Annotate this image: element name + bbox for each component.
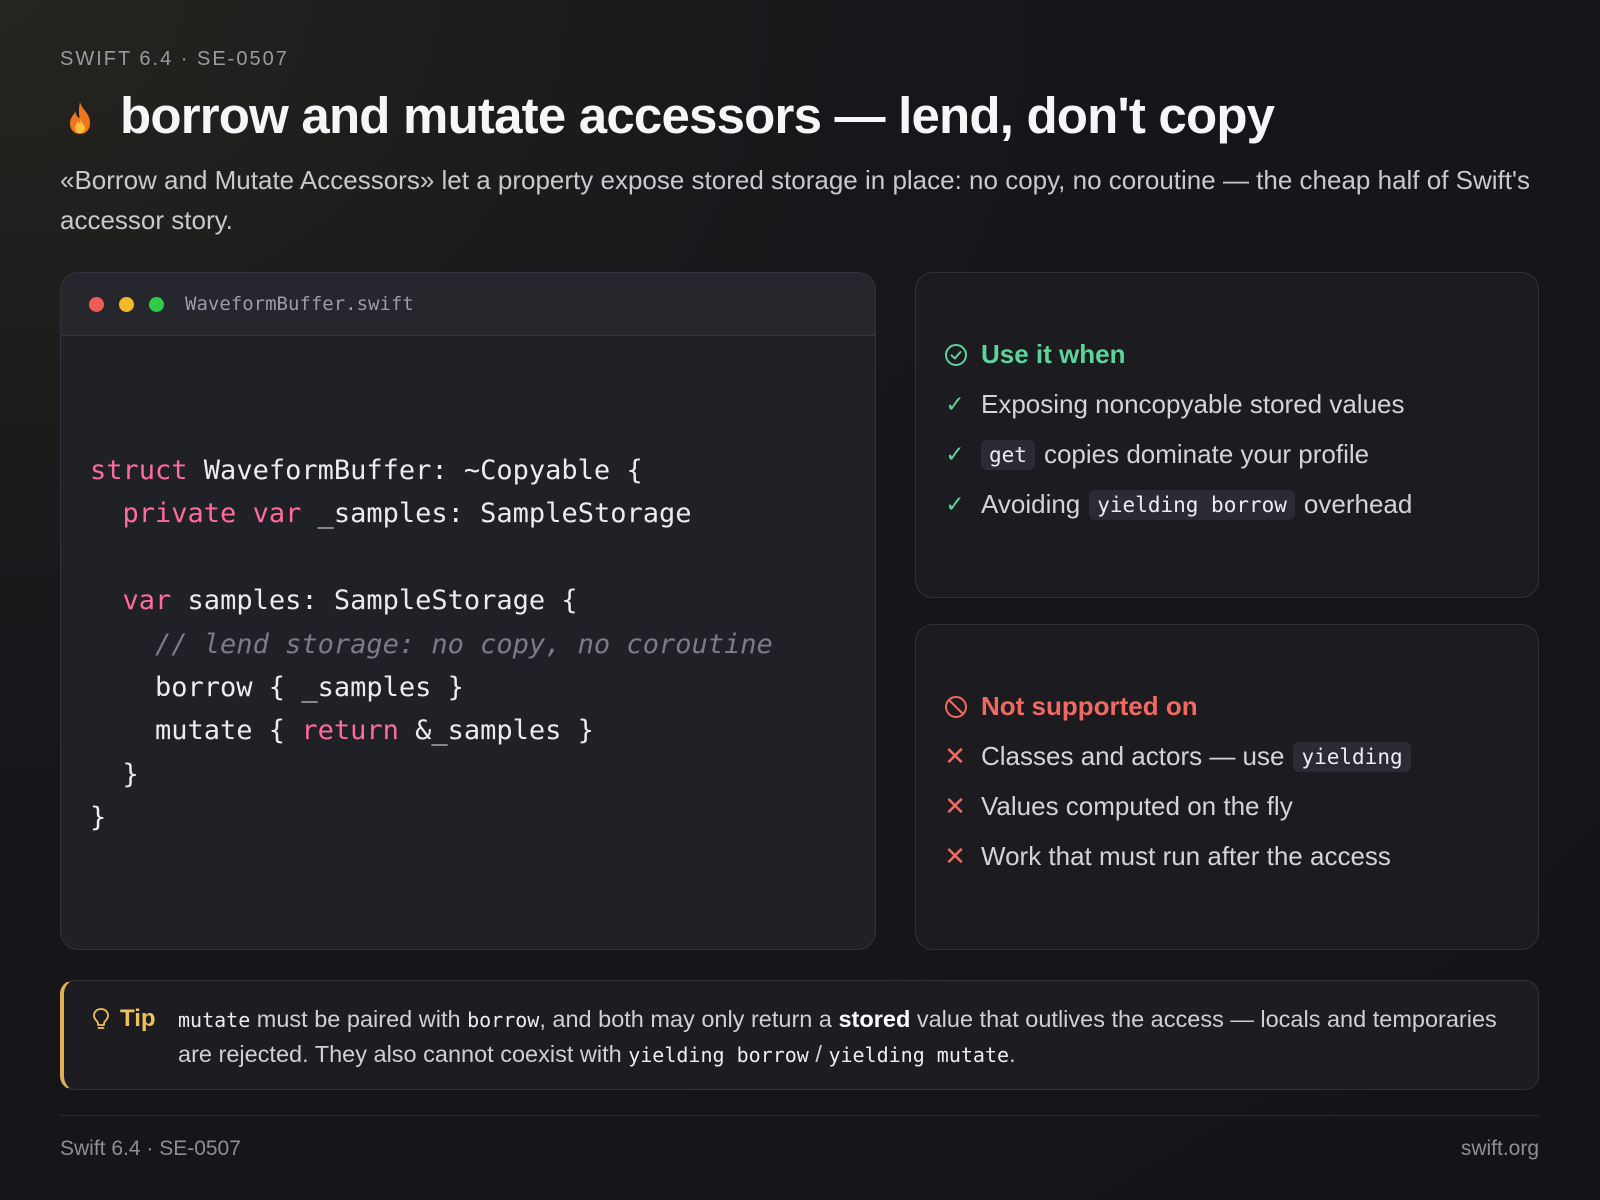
not-item-text: Values computed on the fly xyxy=(981,791,1293,821)
not-item-2: ✕ Values computed on the fly xyxy=(944,791,1293,822)
use-heading: Use it when xyxy=(944,339,1125,370)
code-line-7: mutate { return &_samples } xyxy=(90,715,594,746)
code-window-titlebar: WaveformBuffer.swift xyxy=(61,273,875,336)
use-item-3: ✓ Avoiding yielding borrow overhead xyxy=(944,489,1412,520)
tip-callout: Tip mutate must be paired with borrow, a… xyxy=(60,980,1539,1090)
not-item-3: ✕ Work that must run after the access xyxy=(944,841,1391,872)
code-window: WaveformBuffer.swift struct WaveformBuff… xyxy=(60,272,876,950)
use-item-2: ✓ get copies dominate your profile xyxy=(944,439,1369,470)
code-keyword: struct xyxy=(90,455,188,486)
code-line-6: borrow { _samples } xyxy=(90,672,464,704)
use-it-when-panel: Use it when ✓ Exposing noncopyable store… xyxy=(915,272,1539,598)
code-line-5: // lend storage: no copy, no coroutine xyxy=(90,629,773,660)
code-chip: yielding borrow xyxy=(1089,489,1295,520)
inline-code: yielding mutate xyxy=(828,1043,1010,1067)
not-supported-panel: Not supported on ✕ Classes and actors — … xyxy=(915,624,1539,950)
use-item-text: Avoiding xyxy=(981,489,1081,519)
use-item-text: overhead xyxy=(1303,489,1413,519)
code-text: _samples: SampleStorage xyxy=(301,498,692,530)
inline-code: mutate xyxy=(178,1008,251,1032)
tip-fragment: / xyxy=(808,1041,829,1067)
code-line-8: } xyxy=(90,758,139,790)
use-item-text: Exposing noncopyable stored values xyxy=(981,389,1405,419)
code-comment: // lend storage: no copy, no coroutine xyxy=(155,628,773,660)
footer-link[interactable]: swift.org xyxy=(1461,1137,1539,1161)
code-block: struct WaveformBuffer: ~Copyable { priva… xyxy=(90,449,773,840)
code-text: samples: SampleStorage { xyxy=(171,585,578,617)
page-title: borrow and mutate accessors — lend, don'… xyxy=(120,87,1275,144)
code-line-9: } xyxy=(90,802,107,834)
not-item-1: ✕ Classes and actors — use yielding xyxy=(944,741,1420,772)
tip-emphasis: stored xyxy=(838,1006,911,1032)
inline-code: yielding borrow xyxy=(628,1043,809,1067)
code-text: &_samples } xyxy=(398,715,594,747)
page-subtitle: «Borrow and Mutate Accessors» let a prop… xyxy=(60,165,1530,235)
code-line-1: struct WaveformBuffer: ~Copyable { xyxy=(90,455,643,486)
code-keyword: var xyxy=(122,585,172,617)
footer-divider xyxy=(60,1115,1539,1116)
file-name: WaveformBuffer.swift xyxy=(185,293,414,315)
code-keyword: private xyxy=(122,498,237,530)
inline-code: borrow xyxy=(467,1008,540,1032)
minimize-dot xyxy=(119,296,134,312)
check-icon: ✓ xyxy=(945,441,965,467)
tip-fragment: must be paired with xyxy=(250,1006,468,1032)
use-item-text: copies dominate your profile xyxy=(1043,439,1370,469)
code-text: WaveformBuffer: ~Copyable { xyxy=(187,455,643,486)
not-heading: Not supported on xyxy=(944,691,1198,722)
prohibited-icon xyxy=(945,695,967,718)
tip-label-text: Tip xyxy=(120,1005,156,1032)
code-chip: yielding xyxy=(1293,741,1411,772)
not-item-text: Classes and actors — use xyxy=(981,741,1285,771)
check-circle-icon xyxy=(945,343,967,366)
cross-icon: ✕ xyxy=(944,841,966,871)
cross-icon: ✕ xyxy=(944,741,966,771)
maximize-dot xyxy=(149,296,164,312)
code-keyword: return xyxy=(301,715,399,747)
close-dot xyxy=(89,296,104,312)
use-heading-label: Use it when xyxy=(981,339,1126,369)
code-chip: get xyxy=(981,439,1035,470)
check-icon: ✓ xyxy=(945,391,965,417)
footer-left: Swift 6.4 · SE-0507 xyxy=(60,1137,241,1160)
code-keyword: var xyxy=(252,498,302,530)
eyebrow: SWIFT 6.4 · SE-0507 xyxy=(60,48,289,70)
code-line-4: var samples: SampleStorage { xyxy=(90,585,578,616)
tip-text: mutate must be paired with borrow, and b… xyxy=(178,1002,1508,1072)
flame-icon xyxy=(70,101,90,134)
cross-icon: ✕ xyxy=(944,791,966,821)
use-item-1: ✓ Exposing noncopyable stored values xyxy=(944,389,1405,420)
code-text: mutate { xyxy=(90,715,302,747)
not-item-text: Work that must run after the access xyxy=(981,841,1391,871)
check-icon: ✓ xyxy=(945,491,965,517)
tip-fragment: . xyxy=(1009,1041,1016,1067)
not-heading-label: Not supported on xyxy=(981,691,1198,721)
title-row: borrow and mutate accessors — lend, don'… xyxy=(60,86,1275,145)
lightbulb-icon xyxy=(93,1008,109,1029)
tip-fragment: , and both may only return a xyxy=(539,1006,839,1032)
code-line-2: private var _samples: SampleStorage xyxy=(90,498,692,529)
tip-label: Tip xyxy=(92,1005,156,1033)
